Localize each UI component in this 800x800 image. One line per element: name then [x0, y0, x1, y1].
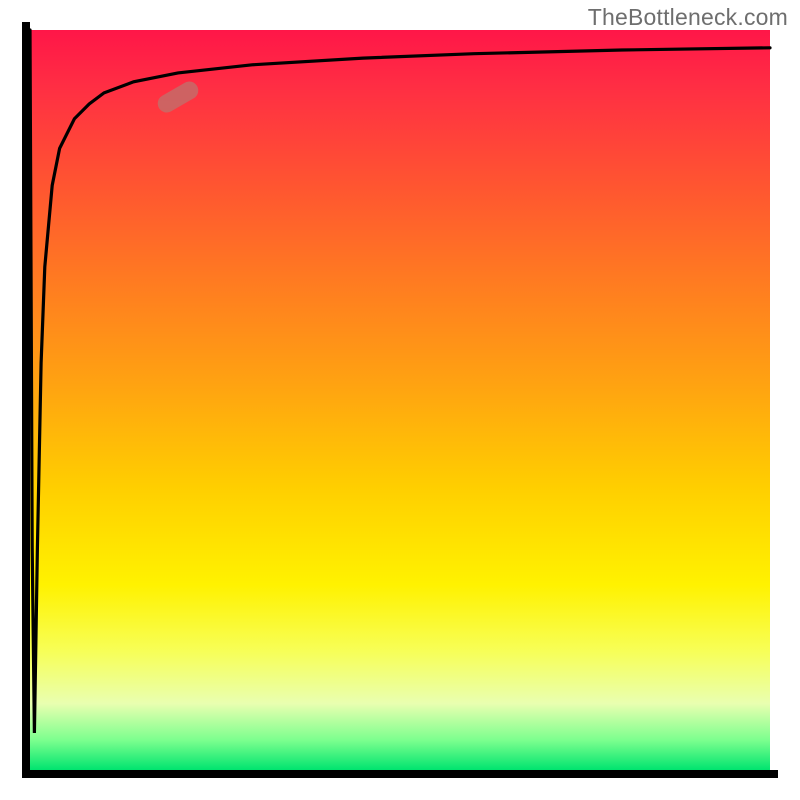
y-axis	[22, 22, 30, 778]
watermark-text: TheBottleneck.com	[588, 4, 788, 31]
plot-gradient-background	[30, 30, 770, 770]
chart-frame: TheBottleneck.com	[0, 0, 800, 800]
x-axis	[22, 770, 778, 778]
